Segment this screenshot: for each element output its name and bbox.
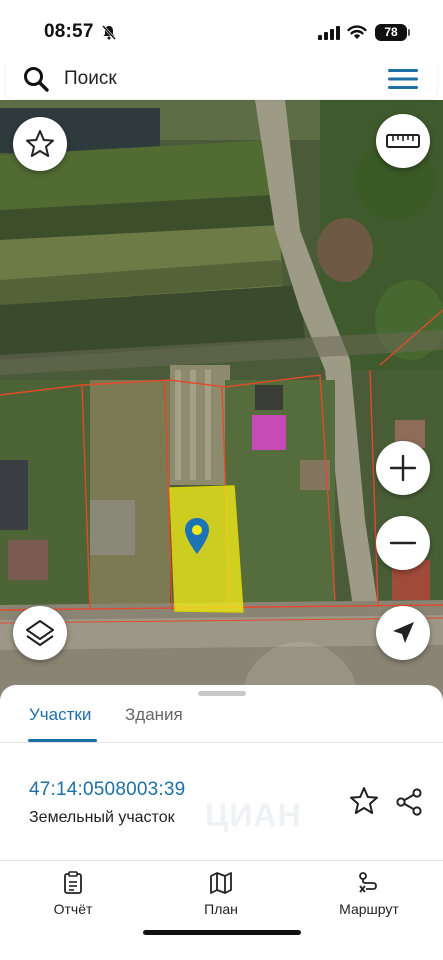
tab-plots[interactable]: Участки — [29, 705, 91, 725]
home-indicator — [143, 930, 301, 935]
search-bar — [6, 59, 437, 99]
ruler-icon — [386, 134, 420, 148]
nav-report[interactable]: Отчёт — [23, 871, 123, 919]
bell-muted-icon — [102, 25, 116, 40]
tab-bar: Участки Здания — [0, 699, 443, 743]
report-icon — [64, 871, 82, 894]
status-time: 08:57 — [44, 21, 94, 42]
search-input[interactable] — [64, 66, 364, 92]
status-bar: 08:57 78 — [0, 0, 443, 60]
parcel-card[interactable]: ЦИАН 47:14:0508003:39 Земельный участок — [0, 745, 443, 861]
location-pin-icon[interactable] — [184, 517, 210, 555]
favorite-map-button[interactable] — [13, 117, 67, 171]
battery-indicator: 78 — [375, 24, 410, 41]
cadastral-number[interactable]: 47:14:0508003:39 — [29, 779, 185, 801]
cell-signal-icon — [318, 26, 340, 40]
satellite-imagery — [0, 100, 443, 700]
layers-icon — [26, 620, 54, 646]
nav-plan[interactable]: План — [171, 871, 271, 919]
active-tab-indicator — [28, 739, 97, 742]
nav-route-label: Маршрут — [339, 901, 399, 917]
layers-button[interactable] — [13, 606, 67, 660]
satellite-map[interactable] — [0, 100, 443, 700]
star-outline-icon[interactable] — [349, 786, 379, 816]
navigation-arrow-icon — [393, 622, 414, 643]
bottom-nav: Отчёт План Маршрут — [0, 861, 443, 931]
watermark: ЦИАН — [205, 797, 302, 833]
nav-plan-label: План — [204, 901, 238, 917]
plus-icon — [389, 454, 417, 482]
ruler-button[interactable] — [376, 114, 430, 168]
share-icon[interactable] — [394, 787, 424, 817]
hamburger-menu-icon[interactable] — [386, 67, 420, 91]
search-icon[interactable] — [22, 65, 50, 93]
sheet-grabber[interactable] — [198, 691, 246, 696]
zoom-in-button[interactable] — [376, 441, 430, 495]
map-plan-icon — [210, 872, 232, 894]
locate-me-button[interactable] — [376, 606, 430, 660]
bottom-sheet: Участки Здания ЦИАН 47:14:0508003:39 Зем… — [0, 685, 443, 960]
star-outline-icon — [26, 130, 54, 157]
nav-route[interactable]: Маршрут — [319, 871, 419, 919]
minus-icon — [389, 541, 417, 545]
wifi-icon — [347, 25, 367, 39]
parcel-type: Земельный участок — [29, 809, 175, 826]
tab-buildings[interactable]: Здания — [125, 705, 183, 725]
nav-report-label: Отчёт — [53, 901, 93, 917]
route-icon — [359, 872, 377, 893]
zoom-out-button[interactable] — [376, 516, 430, 570]
